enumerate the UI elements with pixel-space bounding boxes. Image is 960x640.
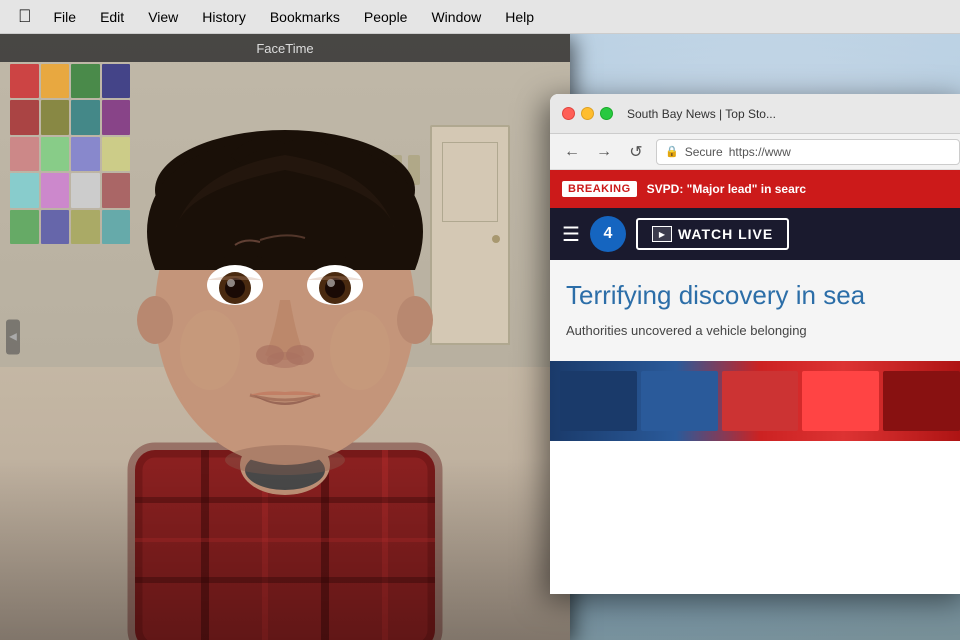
menu-view[interactable]: View <box>138 5 188 29</box>
strip-block-5 <box>883 371 960 431</box>
browser-forward-button[interactable]: → <box>592 140 616 164</box>
browser-titlebar: South Bay News | Top Sto... <box>550 94 960 134</box>
browser-navbar: ← → ↺ 🔒 Secure https://www <box>550 134 960 170</box>
window-close-button[interactable] <box>562 107 575 120</box>
menu-people[interactable]: People <box>354 5 418 29</box>
facetime-collapse-button[interactable]: ◀ <box>6 320 20 355</box>
security-lock-icon: 🔒 <box>665 145 679 158</box>
menu-file[interactable]: File <box>44 5 87 29</box>
window-minimize-button[interactable] <box>581 107 594 120</box>
secure-label: Secure <box>685 145 723 159</box>
desktop: FaceTime ◀ South Bay News | Top Sto... ←… <box>0 34 960 640</box>
menubar:  File Edit View History Bookmarks Peopl… <box>0 0 960 34</box>
article-content: Terrifying discovery in sea Authorities … <box>550 260 960 361</box>
menu-help[interactable]: Help <box>495 5 544 29</box>
apple-menu[interactable]:  <box>10 4 40 29</box>
video-gradient-overlay <box>0 458 570 640</box>
article-headline: Terrifying discovery in sea <box>566 280 954 311</box>
strip-block-4 <box>802 371 879 431</box>
collapse-icon: ◀ <box>9 332 17 343</box>
news-navbar: ☰ 4 ▶ WATCH LIVE <box>550 208 960 260</box>
menu-bookmarks[interactable]: Bookmarks <box>260 5 350 29</box>
hamburger-menu-icon[interactable]: ☰ <box>562 222 580 247</box>
browser-address-bar[interactable]: 🔒 Secure https://www <box>656 139 960 165</box>
strip-block-3 <box>722 371 799 431</box>
strip-block-2 <box>641 371 718 431</box>
menu-edit[interactable]: Edit <box>90 5 134 29</box>
facetime-title: FaceTime <box>256 41 313 56</box>
article-image-strip <box>550 361 960 441</box>
article-subtext: Authorities uncovered a vehicle belongin… <box>566 321 954 341</box>
watch-live-label: WATCH LIVE <box>678 226 773 242</box>
breaking-label: BREAKING <box>562 181 637 197</box>
channel-logo: 4 <box>590 216 626 252</box>
browser-tab-title: South Bay News | Top Sto... <box>627 107 958 121</box>
browser-reload-button[interactable]: ↺ <box>624 140 648 164</box>
play-icon: ▶ <box>652 226 672 242</box>
menu-window[interactable]: Window <box>421 5 491 29</box>
facetime-video-feed <box>0 34 570 640</box>
browser-back-button[interactable]: ← <box>560 140 584 164</box>
window-maximize-button[interactable] <box>600 107 613 120</box>
breaking-text: SVPD: "Major lead" in searc <box>647 182 806 196</box>
browser-window: South Bay News | Top Sto... ← → ↺ 🔒 Secu… <box>550 94 960 594</box>
facetime-window: FaceTime ◀ <box>0 34 570 640</box>
menu-history[interactable]: History <box>192 5 256 29</box>
strip-block-1 <box>560 371 637 431</box>
url-text: https://www <box>729 145 791 159</box>
breaking-news-bar: BREAKING SVPD: "Major lead" in searc <box>550 170 960 208</box>
watch-live-button[interactable]: ▶ WATCH LIVE <box>636 218 789 250</box>
facetime-titlebar: FaceTime <box>0 34 570 62</box>
